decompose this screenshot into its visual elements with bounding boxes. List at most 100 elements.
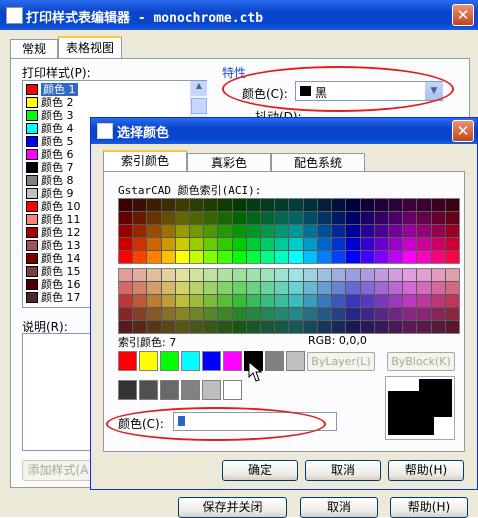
- palette-color-cell[interactable]: [360, 212, 374, 224]
- palette-color-cell[interactable]: [175, 321, 190, 333]
- palette-color-cell[interactable]: [261, 251, 275, 263]
- palette-color-cell[interactable]: [317, 295, 332, 307]
- palette-color-cell[interactable]: [232, 251, 246, 263]
- palette-color-cell[interactable]: [388, 282, 403, 294]
- palette-color-cell[interactable]: [346, 199, 360, 211]
- palette-color-cell[interactable]: [246, 238, 261, 250]
- palette-color-cell[interactable]: [317, 308, 332, 320]
- palette-color-cell[interactable]: [218, 225, 232, 237]
- tab-color-books[interactable]: 配色系统: [271, 153, 365, 172]
- palette-color-cell[interactable]: [119, 282, 133, 294]
- palette-color-cell[interactable]: [374, 321, 388, 333]
- palette-color-cell[interactable]: [289, 225, 303, 237]
- palette-color-cell[interactable]: [303, 238, 317, 250]
- palette-color-cell[interactable]: [445, 282, 459, 294]
- palette-color-cell[interactable]: [417, 251, 431, 263]
- palette-color-cell[interactable]: [190, 251, 204, 263]
- palette-color-cell[interactable]: [232, 308, 246, 320]
- palette-color-cell[interactable]: [317, 321, 332, 333]
- palette-color-cell[interactable]: [190, 212, 204, 224]
- palette-color-cell[interactable]: [190, 282, 204, 294]
- palette-color-cell[interactable]: [246, 212, 261, 224]
- palette-color-cell[interactable]: [147, 225, 161, 237]
- palette-color-cell[interactable]: [445, 308, 459, 320]
- palette-color-cell[interactable]: [275, 295, 289, 307]
- palette-color-cell[interactable]: [161, 282, 175, 294]
- palette-color-cell[interactable]: [261, 199, 275, 211]
- palette-color-cell[interactable]: [374, 308, 388, 320]
- palette-color-cell[interactable]: [417, 225, 431, 237]
- palette-color-cell[interactable]: [246, 269, 261, 281]
- palette-color-cell[interactable]: [133, 308, 147, 320]
- palette-color-cell[interactable]: [317, 225, 332, 237]
- palette-color-cell[interactable]: [431, 269, 445, 281]
- palette-color-cell[interactable]: [374, 295, 388, 307]
- palette-color-cell[interactable]: [204, 282, 218, 294]
- tab-table-view[interactable]: 表格视图: [58, 36, 122, 59]
- palette-color-cell[interactable]: [133, 199, 147, 211]
- list-item[interactable]: 颜色 1: [23, 83, 206, 96]
- palette-color-cell[interactable]: [161, 251, 175, 263]
- help-button[interactable]: 帮助(H): [390, 497, 468, 518]
- palette-color-cell[interactable]: [161, 199, 175, 211]
- palette-color-cell[interactable]: [332, 321, 346, 333]
- palette-color-cell[interactable]: [147, 308, 161, 320]
- color-swatch[interactable]: [181, 380, 200, 400]
- palette-color-cell[interactable]: [190, 238, 204, 250]
- palette-color-cell[interactable]: [431, 238, 445, 250]
- palette-color-cell[interactable]: [417, 199, 431, 211]
- scroll-thumb[interactable]: [191, 98, 207, 114]
- palette-color-cell[interactable]: [332, 251, 346, 263]
- palette-color-cell[interactable]: [417, 212, 431, 224]
- palette-color-cell[interactable]: [431, 282, 445, 294]
- color-swatch[interactable]: [181, 351, 200, 371]
- palette-color-cell[interactable]: [246, 199, 261, 211]
- palette-color-cell[interactable]: [346, 269, 360, 281]
- palette-color-cell[interactable]: [431, 295, 445, 307]
- color-swatch[interactable]: [202, 351, 221, 371]
- palette-color-cell[interactable]: [303, 282, 317, 294]
- palette-color-cell[interactable]: [346, 282, 360, 294]
- palette-color-cell[interactable]: [261, 238, 275, 250]
- palette-color-cell[interactable]: [445, 225, 459, 237]
- palette-color-cell[interactable]: [204, 295, 218, 307]
- palette-color-cell[interactable]: [417, 238, 431, 250]
- palette-color-cell[interactable]: [133, 225, 147, 237]
- color-swatch[interactable]: [139, 380, 158, 400]
- description-textarea[interactable]: [22, 333, 94, 451]
- palette-color-cell[interactable]: [360, 251, 374, 263]
- palette-color-cell[interactable]: [246, 225, 261, 237]
- palette-color-cell[interactable]: [403, 282, 417, 294]
- palette-color-cell[interactable]: [317, 238, 332, 250]
- palette-color-cell[interactable]: [332, 308, 346, 320]
- palette-color-cell[interactable]: [374, 212, 388, 224]
- palette-color-cell[interactable]: [431, 308, 445, 320]
- palette-color-cell[interactable]: [147, 199, 161, 211]
- palette-color-cell[interactable]: [275, 251, 289, 263]
- palette-color-cell[interactable]: [388, 308, 403, 320]
- palette-color-cell[interactable]: [119, 321, 133, 333]
- palette-color-cell[interactable]: [360, 199, 374, 211]
- color-swatch[interactable]: [223, 351, 242, 371]
- palette-color-cell[interactable]: [346, 308, 360, 320]
- color-swatch[interactable]: [118, 351, 137, 371]
- palette-color-cell[interactable]: [204, 269, 218, 281]
- palette-color-cell[interactable]: [204, 251, 218, 263]
- color-swatch[interactable]: [265, 351, 284, 371]
- palette-color-cell[interactable]: [403, 295, 417, 307]
- aci-palette-dark[interactable]: [118, 268, 460, 334]
- palette-color-cell[interactable]: [161, 225, 175, 237]
- palette-color-cell[interactable]: [445, 199, 459, 211]
- palette-color-cell[interactable]: [161, 269, 175, 281]
- close-icon[interactable]: ✕: [452, 4, 474, 26]
- palette-color-cell[interactable]: [417, 308, 431, 320]
- palette-color-cell[interactable]: [190, 199, 204, 211]
- palette-color-cell[interactable]: [303, 225, 317, 237]
- palette-color-cell[interactable]: [332, 199, 346, 211]
- palette-color-cell[interactable]: [303, 251, 317, 263]
- palette-color-cell[interactable]: [403, 212, 417, 224]
- palette-color-cell[interactable]: [346, 251, 360, 263]
- palette-color-cell[interactable]: [317, 212, 332, 224]
- palette-color-cell[interactable]: [133, 269, 147, 281]
- palette-color-cell[interactable]: [317, 199, 332, 211]
